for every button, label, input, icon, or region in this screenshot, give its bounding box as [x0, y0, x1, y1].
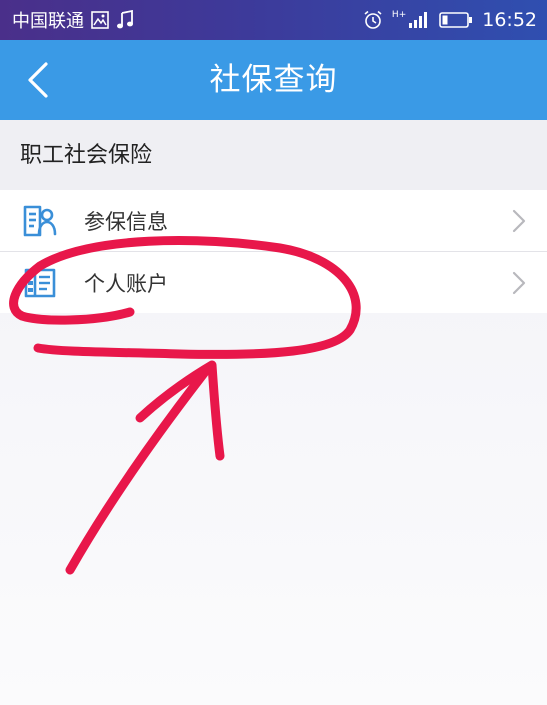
chevron-right-icon — [512, 271, 526, 294]
battery-icon — [439, 12, 473, 28]
menu-list: 参保信息 个人账户 — [0, 190, 547, 313]
alarm-clock-icon — [364, 10, 382, 29]
mobile-signal: H+ — [392, 11, 430, 29]
account-book-icon — [24, 268, 56, 297]
insured-person-icon — [23, 205, 57, 236]
network-type-label: H+ — [391, 10, 407, 20]
list-item-personal-account[interactable]: 个人账户 — [0, 251, 547, 313]
status-right: H+ 16:52 — [363, 9, 537, 31]
signal-strength-icon — [409, 12, 428, 28]
status-left: 中国联通 — [12, 7, 134, 33]
list-item-label: 个人账户 — [84, 271, 168, 296]
page-title: 社保查询 — [209, 62, 338, 98]
music-note-icon — [117, 10, 133, 29]
chevron-right-icon — [512, 209, 526, 232]
list-item-insurance-info[interactable]: 参保信息 — [0, 190, 547, 251]
image-notification-icon — [91, 11, 109, 29]
back-arrow-icon[interactable] — [18, 58, 62, 102]
annotation-arrow-head — [135, 360, 225, 461]
clock: 16:52 — [482, 9, 537, 31]
navigation-bar: 社保查询 — [0, 40, 547, 120]
section-header: 职工社会保险 — [0, 120, 547, 190]
carrier-name: 中国联通 — [12, 11, 84, 32]
list-item-label: 参保信息 — [84, 209, 168, 234]
annotation-arrow-shaft — [65, 367, 210, 575]
status-bar: 中国联通 H+ 16:52 — [0, 0, 547, 40]
